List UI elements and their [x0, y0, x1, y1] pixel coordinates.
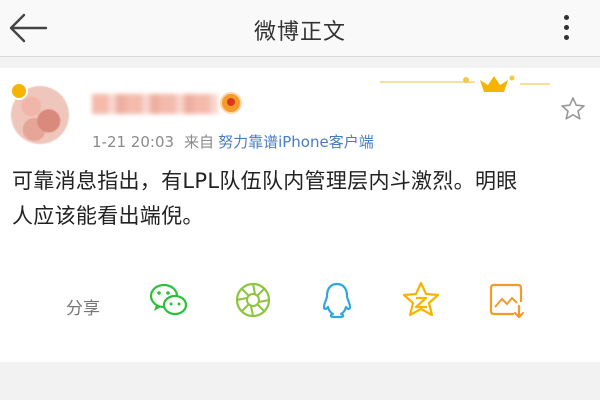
moments-icon	[235, 282, 271, 318]
image-download-icon	[489, 283, 525, 319]
weibo-post-card: 1-21 20:03 来自 努力靠谱iPhone客户端 可靠消息指出，有LPL队伍队…	[0, 68, 600, 362]
post-text: 可靠消息指出，有LPL队伍队内管理层内斗激烈。明眼 人应该能看出端倪。	[12, 164, 587, 234]
share-qzone-button[interactable]	[400, 280, 442, 320]
avatar-crown-icon	[10, 82, 28, 100]
username-blurred[interactable]	[92, 94, 218, 114]
crown-decoration-icon	[380, 75, 550, 92]
page-title: 微博正文	[253, 20, 346, 45]
source-label: 来自	[184, 133, 215, 151]
qzone-icon	[402, 281, 440, 317]
share-moments-button[interactable]	[232, 280, 274, 320]
source-client-link[interactable]: 努力靠谱iPhone客户端	[218, 133, 374, 151]
share-wechat-button[interactable]	[148, 280, 190, 320]
post-meta: 1-21 20:03 来自 努力靠谱iPhone客户端	[92, 131, 374, 152]
share-bar: 分享	[0, 280, 600, 326]
share-label: 分享	[66, 299, 100, 319]
more-options-button[interactable]	[554, 11, 580, 45]
post-time: 1-21 20:03	[92, 133, 175, 151]
top-navigation-bar: 微博正文	[0, 0, 600, 57]
share-qq-button[interactable]	[316, 280, 358, 320]
vip-badge-icon	[220, 92, 242, 114]
save-image-button[interactable]	[486, 280, 528, 320]
wechat-icon	[149, 283, 188, 316]
post-text-line: 可靠消息指出，有LPL队伍队内管理层内斗激烈。明眼	[12, 169, 518, 193]
qq-icon	[322, 282, 352, 319]
star-icon	[561, 97, 585, 120]
post-text-line: 人应该能看出端倪。	[12, 204, 204, 228]
favorite-button[interactable]	[560, 96, 586, 122]
